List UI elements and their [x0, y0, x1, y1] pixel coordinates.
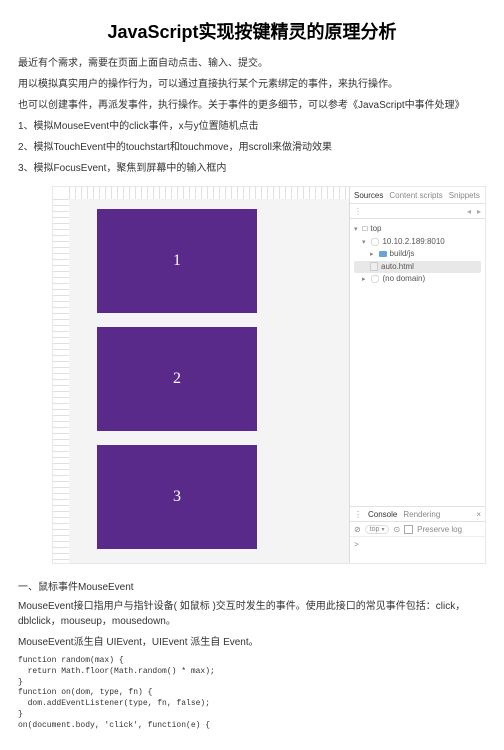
devtools-toolbar: ⋮ ◂ ▸ [350, 204, 485, 219]
tree-top[interactable]: □ top [354, 223, 481, 236]
preserve-log-label: Preserve log [417, 525, 462, 534]
console-body[interactable]: > [350, 537, 485, 563]
nav-left-icon[interactable]: ◂ [467, 207, 471, 216]
tree-file-auto[interactable]: auto.html [354, 261, 481, 273]
devtools-source-tabs: Sources Content scripts Snippets [350, 187, 485, 204]
page-title: JavaScript实现按键精灵的原理分析 [18, 18, 486, 44]
tab-console[interactable]: Console [368, 510, 397, 519]
chevron-down-icon: ▾ [381, 526, 384, 533]
canvas-area: 1 2 3 [69, 199, 350, 563]
section-1-heading: 一、鼠标事件MouseEvent [18, 578, 486, 593]
section-1-p1: MouseEvent接口指用户与指针设备( 如鼠标 )交互时发生的事件。使用此接… [18, 599, 486, 629]
console-toolbar: ⊘ top▾ ⊙ Preserve log [350, 522, 485, 537]
step-2: 2、模拟TouchEvent中的touchstart和touchmove，用sc… [18, 140, 486, 155]
tree-folder-buildjs[interactable]: build/js [354, 248, 481, 261]
tab-rendering[interactable]: Rendering [403, 510, 440, 519]
file-icon [370, 262, 378, 271]
close-icon[interactable]: × [476, 510, 481, 519]
devtools-panel: Sources Content scripts Snippets ⋮ ◂ ▸ □… [349, 187, 485, 563]
step-3: 3、模拟FocusEvent，聚焦到屏幕中的输入框内 [18, 161, 486, 176]
tab-sources[interactable]: Sources [354, 191, 383, 200]
clear-console-icon[interactable]: ⊘ [354, 525, 361, 534]
tab-snippets[interactable]: Snippets [449, 191, 480, 200]
tab-content-scripts[interactable]: Content scripts [389, 191, 442, 200]
file-tree: □ top ◯ 10.10.2.189:8010 build/js auto.h… [350, 219, 485, 289]
tree-no-domain[interactable]: ◯ (no domain) [354, 273, 481, 286]
purple-box-2[interactable]: 2 [97, 327, 257, 431]
filter-icon[interactable]: ⊙ [393, 525, 400, 534]
nav-right-icon[interactable]: ▸ [477, 207, 481, 216]
tree-host[interactable]: ◯ 10.10.2.189:8010 [354, 236, 481, 249]
menu-icon-2[interactable]: ⋮ [354, 510, 362, 519]
ruler-vertical [53, 199, 70, 563]
purple-box-3[interactable]: 3 [97, 445, 257, 549]
folder-icon [379, 251, 387, 257]
step-1: 1、模拟MouseEvent中的click事件，x与y位置随机点击 [18, 119, 486, 134]
purple-box-1[interactable]: 1 [97, 209, 257, 313]
menu-icon[interactable]: ⋮ [354, 207, 362, 216]
devtools-console-tabs: ⋮ Console Rendering × [350, 506, 485, 522]
preserve-log-checkbox[interactable] [404, 525, 413, 534]
code-block: function random(max) { return Math.floor… [18, 656, 486, 732]
intro-line-1: 最近有个需求，需要在页面上面自动点击、输入、提交。 [18, 56, 486, 71]
console-prompt: > [354, 540, 359, 549]
screenshot-figure: 1 2 3 Sources Content scripts Snippets ⋮… [52, 186, 486, 564]
section-1-p2: MouseEvent派生自 UIEvent，UIEvent 派生自 Event。 [18, 635, 486, 650]
intro-line-3: 也可以创建事件，再派发事件，执行操作。关于事件的更多细节，可以参考《JavaSc… [18, 98, 486, 113]
intro-line-2: 用以模拟真实用户的操作行为，可以通过直接执行某个元素绑定的事件，来执行操作。 [18, 77, 486, 92]
context-selector[interactable]: top▾ [365, 525, 390, 534]
